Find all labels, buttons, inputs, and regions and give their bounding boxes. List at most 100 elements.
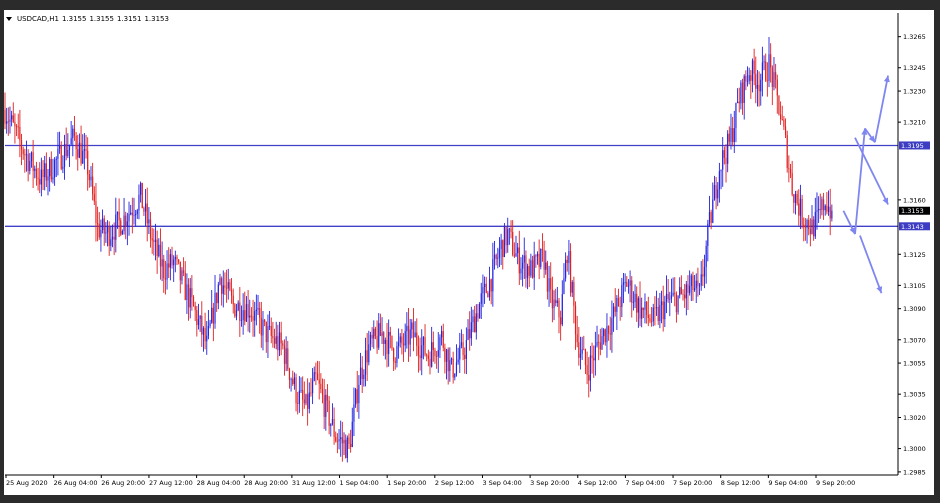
bear-candle xyxy=(826,205,828,212)
bear-candle xyxy=(412,322,415,338)
price-chart[interactable]: 1.31951.3143 1.32651.32451.32301.32101.3… xyxy=(0,0,940,503)
candles-layer xyxy=(4,37,833,463)
bear-candle xyxy=(4,109,6,124)
bull-candle xyxy=(121,231,124,235)
bull-candle xyxy=(665,293,668,302)
bull-candle xyxy=(409,329,411,345)
bear-candle xyxy=(259,307,261,318)
bull-candle xyxy=(736,101,739,104)
bull-candle xyxy=(126,221,128,227)
bull-candle xyxy=(90,176,92,181)
bear-candle xyxy=(27,154,29,171)
bear-candle xyxy=(558,300,560,318)
bull-candle xyxy=(138,194,140,211)
bear-candle xyxy=(310,392,312,394)
dropdown-triangle-icon[interactable] xyxy=(6,17,12,21)
bull-candle xyxy=(353,404,355,422)
bear-candle xyxy=(15,126,18,128)
bull-candle xyxy=(148,219,150,224)
bull-candle xyxy=(493,254,496,260)
bull-candle xyxy=(52,177,54,180)
bull-candle xyxy=(222,285,224,294)
bear-candle xyxy=(566,259,568,264)
bear-candle xyxy=(771,67,773,87)
bull-candle xyxy=(174,256,176,260)
bear-candle xyxy=(442,331,444,348)
bull-candle xyxy=(652,307,654,322)
bear-candle xyxy=(164,278,167,280)
bull-candle xyxy=(186,284,188,300)
x-tick-label: 2 Sep 12:00 xyxy=(435,479,474,487)
bear-candle xyxy=(247,304,249,318)
bull-candle xyxy=(760,79,762,92)
bull-candle xyxy=(111,236,114,240)
bull-candle xyxy=(520,268,522,274)
x-tick-label: 4 Sep 12:00 xyxy=(578,479,617,487)
bull-candle xyxy=(285,348,287,364)
bull-candle xyxy=(267,326,269,343)
bear-candle xyxy=(766,80,768,82)
bear-candle xyxy=(270,326,272,336)
bear-candle xyxy=(221,278,223,294)
projection-arrow-line xyxy=(854,137,889,205)
bull-candle xyxy=(517,247,519,253)
bull-candle xyxy=(632,302,635,303)
bear-candle xyxy=(578,342,580,358)
bull-candle xyxy=(63,144,66,167)
bear-candle xyxy=(657,307,659,322)
bull-candle xyxy=(330,424,332,426)
bull-candle xyxy=(278,332,281,351)
bull-candle xyxy=(354,389,357,405)
bear-candle xyxy=(316,373,319,380)
y-tick-label: 1.3230 xyxy=(903,88,926,96)
bull-candle xyxy=(437,350,439,357)
bear-candle xyxy=(801,198,803,225)
bull-candle xyxy=(275,336,277,344)
bull-candle xyxy=(814,211,816,237)
bull-candle xyxy=(396,346,398,363)
bull-candle xyxy=(515,252,517,257)
bull-candle xyxy=(606,326,608,343)
bear-candle xyxy=(302,390,304,400)
bull-candle xyxy=(136,210,138,214)
bull-candle xyxy=(530,260,532,276)
bull-candle xyxy=(128,214,130,222)
bull-candle xyxy=(695,280,697,289)
y-tick-label: 1.3020 xyxy=(903,414,926,422)
bull-candle xyxy=(189,288,191,308)
bull-candle xyxy=(414,332,416,338)
bear-candle xyxy=(750,75,752,81)
bull-candle xyxy=(708,212,711,224)
bear-candle xyxy=(528,266,530,276)
bull-candle xyxy=(47,176,49,181)
bear-candle xyxy=(631,280,633,303)
bear-candle xyxy=(191,288,193,298)
bull-candle xyxy=(475,313,477,333)
bull-candle xyxy=(325,394,327,417)
bear-candle xyxy=(156,239,158,257)
bull-candle xyxy=(211,307,213,323)
bull-candle xyxy=(816,210,818,212)
bear-candle xyxy=(434,349,436,357)
x-tick-label: 26 Aug 20:00 xyxy=(101,479,145,487)
bear-candle xyxy=(779,114,782,119)
bear-candle xyxy=(196,310,198,325)
bull-candle xyxy=(133,215,135,216)
bear-candle xyxy=(599,342,601,350)
bear-candle xyxy=(143,208,145,212)
bear-candle xyxy=(576,334,578,343)
bear-candle xyxy=(518,247,520,274)
bull-candle xyxy=(672,292,674,296)
bull-candle xyxy=(579,353,582,358)
bear-candle xyxy=(146,203,148,224)
bull-candle xyxy=(110,239,112,246)
bull-candle xyxy=(705,245,707,267)
bear-candle xyxy=(73,128,76,136)
bear-candle xyxy=(120,220,122,235)
bear-candle xyxy=(149,219,152,239)
bull-candle xyxy=(154,239,157,242)
bull-candle xyxy=(331,418,334,425)
bull-candle xyxy=(746,81,749,82)
bear-candle xyxy=(232,295,234,305)
bull-candle xyxy=(492,259,494,292)
